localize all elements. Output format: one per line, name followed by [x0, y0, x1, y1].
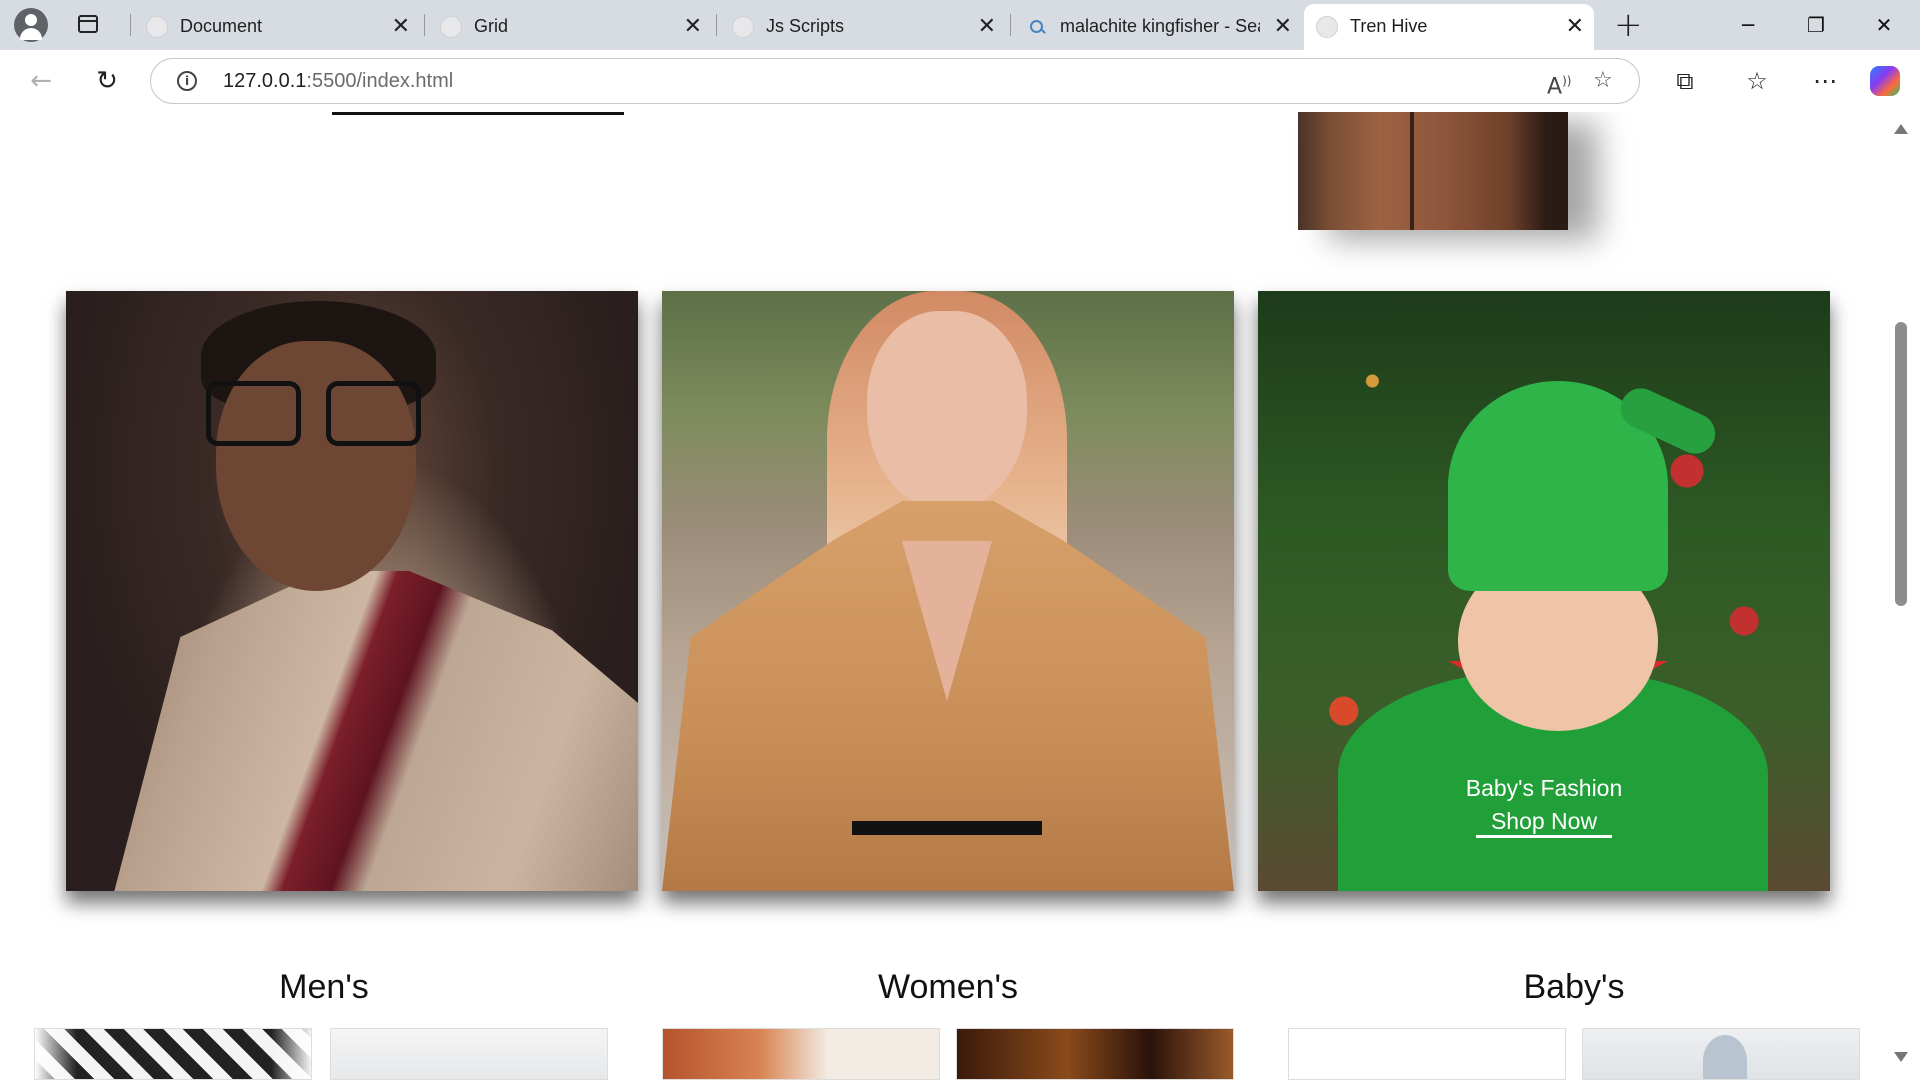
tab-separator [716, 14, 717, 36]
favicon-icon [732, 16, 754, 38]
favicon-icon [1316, 16, 1338, 38]
product-thumbnail[interactable] [1288, 1028, 1566, 1080]
page-viewport: Baby's Fashion Shop Now Men's Women's Ba… [0, 112, 1920, 1080]
nav-underline [332, 112, 624, 115]
card-caption: Baby's Fashion [1465, 775, 1623, 801]
close-tab-icon[interactable]: ✕ [684, 4, 702, 48]
minimize-button[interactable]: ─ [1728, 10, 1768, 40]
scroll-down-arrow-icon[interactable] [1894, 1052, 1908, 1062]
close-tab-icon[interactable]: ✕ [978, 4, 996, 48]
product-thumbnail[interactable] [662, 1028, 940, 1080]
favicon-icon [146, 16, 168, 38]
tab-separator [130, 14, 131, 36]
category-card-women[interactable] [662, 291, 1234, 891]
category-title-baby: Baby's [1523, 968, 1625, 1006]
glasses-shape [206, 381, 436, 451]
new-tab-button[interactable]: + [1614, 6, 1643, 44]
tab-grid[interactable]: Grid ✕ [428, 4, 712, 50]
category-title-men: Men's [279, 968, 369, 1006]
vertical-scrollbar[interactable] [1882, 112, 1920, 1080]
tab-search[interactable]: malachite kingfisher - Sea ✕ [1014, 4, 1302, 50]
restore-button[interactable]: ❐ [1796, 10, 1836, 40]
product-thumbnail[interactable] [34, 1028, 312, 1080]
close-window-button[interactable]: ✕ [1864, 10, 1904, 40]
profile-icon[interactable] [14, 8, 48, 42]
extensions-icon[interactable]: ⧉ [1668, 66, 1702, 96]
copilot-icon[interactable] [1870, 66, 1900, 96]
close-tab-icon[interactable]: ✕ [1274, 4, 1292, 48]
web-page: Baby's Fashion Shop Now Men's Women's Ba… [8, 112, 1882, 1080]
favicon-icon [440, 16, 462, 38]
scroll-up-arrow-icon[interactable] [1894, 124, 1908, 134]
more-icon[interactable]: ⋯ [1808, 66, 1842, 96]
back-arrow-icon[interactable]: ← [24, 64, 58, 98]
product-thumbnail[interactable] [330, 1028, 608, 1080]
tab-tren-hive[interactable]: Tren Hive ✕ [1304, 4, 1594, 50]
favorites-icon[interactable]: ☆ [1740, 66, 1774, 96]
hero-image [1298, 112, 1568, 230]
category-title-women: Women's [877, 968, 1019, 1006]
tab-js-scripts[interactable]: Js Scripts ✕ [720, 4, 1006, 50]
category-card-men[interactable] [66, 291, 638, 891]
read-aloud-icon[interactable]: A)) [1547, 69, 1571, 99]
reload-icon[interactable]: ↻ [90, 64, 124, 98]
close-tab-icon[interactable]: ✕ [1566, 4, 1584, 48]
address-bar[interactable]: i 127.0.0.1:5500/index.html A)) ☆ [150, 58, 1640, 104]
product-thumbnail[interactable] [956, 1028, 1234, 1080]
tab-document[interactable]: Document ✕ [134, 4, 420, 50]
site-info-icon[interactable]: i [177, 71, 197, 91]
product-thumbnail[interactable] [1582, 1028, 1860, 1080]
tab-actions-icon[interactable] [78, 15, 98, 33]
star-icon[interactable]: ☆ [1593, 69, 1613, 93]
close-tab-icon[interactable]: ✕ [392, 4, 410, 48]
url-text[interactable]: 127.0.0.1:5500/index.html [223, 59, 453, 103]
search-icon [1026, 16, 1048, 38]
browser-toolbar: ← ↻ i 127.0.0.1:5500/index.html A)) ☆ ⧉ … [0, 50, 1920, 113]
category-card-baby[interactable]: Baby's Fashion Shop Now [1258, 291, 1830, 891]
tab-strip: Document ✕ Grid ✕ Js Scripts ✕ malachite… [0, 0, 1920, 50]
tab-separator [1010, 14, 1011, 36]
shop-now-link[interactable]: Shop Now [1476, 807, 1612, 838]
scrollbar-thumb[interactable] [1895, 322, 1907, 606]
tab-separator [424, 14, 425, 36]
